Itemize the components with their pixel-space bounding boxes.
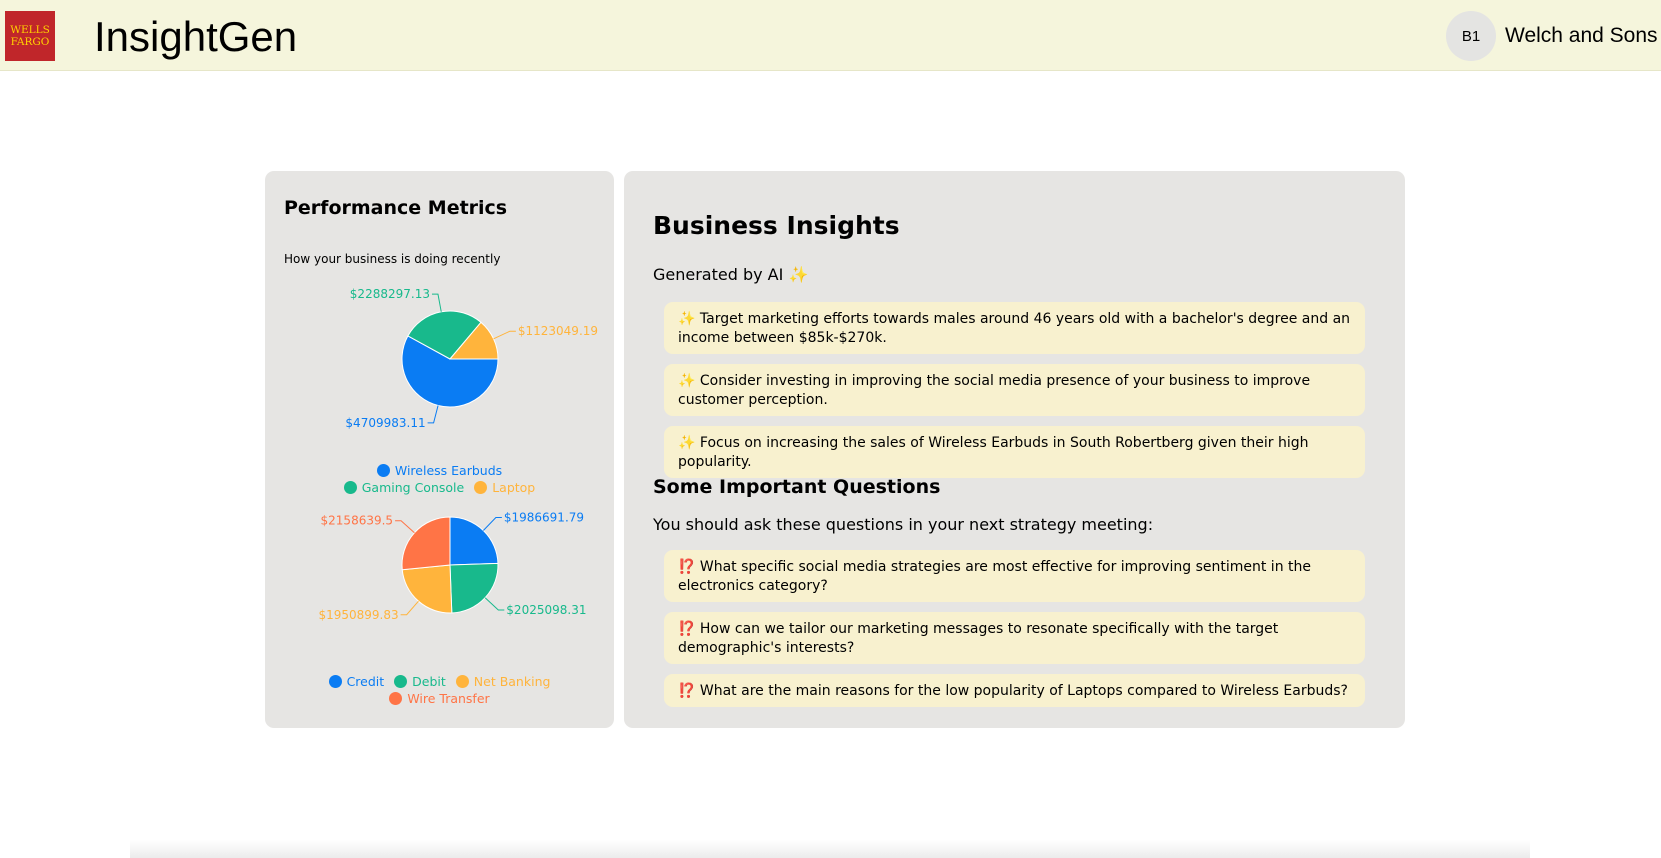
pie-slice-net-banking[interactable] xyxy=(401,564,453,614)
label-leader-line xyxy=(395,520,415,534)
legend-item-net-banking[interactable]: Net Banking xyxy=(455,673,551,690)
pie-value-label: $4709983.11 xyxy=(345,416,425,430)
company-name: Welch and Sons xyxy=(1505,24,1658,47)
legend-label: Credit xyxy=(346,674,385,689)
label-leader-line xyxy=(493,330,516,340)
insight-text: Consider investing in improving the soci… xyxy=(678,373,1311,408)
insights-subtitle: Generated by AI ✨ xyxy=(653,264,808,286)
wells-fargo-logo[interactable]: WELLS FARGO xyxy=(5,11,55,61)
question-item: ⁉️ What are the main reasons for the low… xyxy=(664,674,1365,707)
questions-subtitle: You should ask these questions in your n… xyxy=(653,515,1154,534)
legend-label: Wireless Earbuds xyxy=(394,463,503,478)
legend-color-dot xyxy=(376,464,390,477)
pie-value-label: $1986691.79 xyxy=(504,511,584,525)
question-text: How can we tailor our marketing messages… xyxy=(678,621,1279,656)
pie-slice-wire-transfer[interactable] xyxy=(401,516,451,571)
performance-metrics-card: Performance Metrics How your business is… xyxy=(265,171,614,728)
label-leader-line xyxy=(483,517,502,531)
legend-item-wire-transfer[interactable]: Wire Transfer xyxy=(389,690,490,707)
legend-label: Debit xyxy=(412,674,446,689)
legend-color-dot xyxy=(455,675,469,688)
insights-list: ✨ Target marketing efforts towards males… xyxy=(664,302,1365,488)
legend-item-wireless-earbuds[interactable]: Wireless Earbuds xyxy=(376,462,503,479)
legend-item-debit[interactable]: Debit xyxy=(394,673,446,690)
pie-value-label: $1123049.19 xyxy=(518,324,598,338)
product-sales-pie-chart: $4709983.11 $2288297.13 $1123049.19 xyxy=(345,287,598,430)
legend-item-credit[interactable]: Credit xyxy=(328,673,385,690)
question-text: What specific social media strategies ar… xyxy=(678,559,1311,594)
insight-item: ✨ Focus on increasing the sales of Wirel… xyxy=(664,426,1365,478)
pie-slice-debit[interactable] xyxy=(449,562,499,614)
insight-item: ✨ Target marketing efforts towards males… xyxy=(664,302,1365,354)
pie-value-label: $2025098.31 xyxy=(506,603,586,617)
pie-value-label: $2288297.13 xyxy=(350,287,430,301)
legend-color-dot xyxy=(389,692,403,705)
questions-list: ⁉️ What specific social media strategies… xyxy=(664,550,1365,717)
exclamation-question-icon: ⁉️ xyxy=(678,559,696,575)
logo-line-1: WELLS xyxy=(10,24,50,36)
question-text: What are the main reasons for the low po… xyxy=(699,683,1348,699)
questions-title: Some Important Questions xyxy=(653,476,941,498)
label-leader-line xyxy=(431,293,442,312)
sparkle-icon: ✨ xyxy=(678,373,696,389)
insight-item: ✨ Consider investing in improving the so… xyxy=(664,364,1365,416)
business-insights-card: Business Insights Generated by AI ✨ ✨ Ta… xyxy=(624,171,1405,728)
question-item: ⁉️ How can we tailor our marketing messa… xyxy=(664,612,1365,664)
footer-shadow xyxy=(130,840,1530,858)
logo-line-2: FARGO xyxy=(10,36,50,48)
label-leader-line xyxy=(400,600,419,616)
pie-slice-credit[interactable] xyxy=(449,516,499,566)
legend-color-dot xyxy=(394,675,408,688)
top-bar: WELLS FARGO InsightGen B1 Welch and Sons xyxy=(0,0,1661,71)
insight-text: Target marketing efforts towards males a… xyxy=(678,311,1351,346)
sparkle-icon: ✨ xyxy=(678,311,696,327)
pie-value-label: $2158639.5 xyxy=(321,514,394,528)
exclamation-question-icon: ⁉️ xyxy=(678,683,696,699)
metrics-title: Performance Metrics xyxy=(284,197,508,219)
payment-method-legend: Credit Debit Net Banking Wire Transfer xyxy=(265,673,614,707)
app-title: InsightGen xyxy=(94,13,298,60)
exclamation-question-icon: ⁉️ xyxy=(678,621,696,637)
insight-text: Focus on increasing the sales of Wireles… xyxy=(678,435,1309,470)
sparkle-icon: ✨ xyxy=(788,265,809,284)
legend-color-dot xyxy=(328,675,342,688)
legend-label: Net Banking xyxy=(473,674,551,689)
label-leader-line xyxy=(427,405,439,424)
insights-title: Business Insights xyxy=(653,211,900,240)
question-item: ⁉️ What specific social media strategies… xyxy=(664,550,1365,602)
metrics-subtitle: How your business is doing recently xyxy=(284,252,501,266)
label-leader-line xyxy=(484,597,505,611)
sparkle-icon: ✨ xyxy=(678,435,696,451)
legend-label: Wire Transfer xyxy=(407,691,490,706)
pie-value-label: $1950899.83 xyxy=(318,608,398,622)
avatar[interactable]: B1 xyxy=(1446,11,1496,61)
insights-subtitle-text: Generated by AI xyxy=(653,265,784,284)
